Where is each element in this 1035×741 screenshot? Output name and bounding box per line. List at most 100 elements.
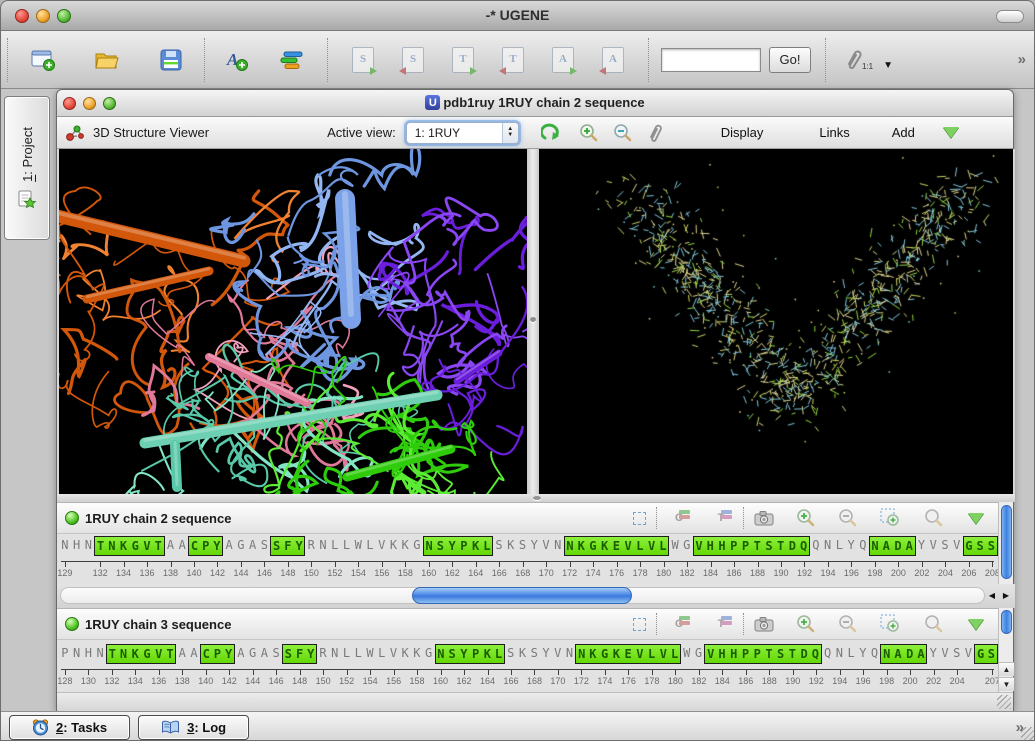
complement-icon[interactable]: C xyxy=(667,618,691,630)
mdi-title: pdb1ruy 1RUY chain 2 sequence xyxy=(443,95,644,110)
zoom-in-icon[interactable] xyxy=(796,508,816,528)
main-titlebar[interactable]: -* UGENE xyxy=(1,1,1034,31)
scroll-up-icon[interactable]: ▲ xyxy=(999,662,1014,676)
viewer-collapse-icon[interactable] xyxy=(943,127,959,138)
structure-ribbon-view[interactable] xyxy=(59,149,527,494)
molecule-icon xyxy=(65,123,85,143)
zoom-selection-icon[interactable] xyxy=(880,508,902,528)
active-view-value: 1: 1RUY xyxy=(407,126,502,140)
active-view-select[interactable]: 1: 1RUY ▲▼ xyxy=(406,122,519,144)
sequence-1-collapse-icon[interactable] xyxy=(968,513,984,524)
new-document-icon xyxy=(30,48,56,72)
doc-a-icon[interactable]: A xyxy=(602,47,624,73)
translate-icon[interactable]: T xyxy=(709,618,733,630)
toolbar-separator xyxy=(825,38,826,82)
sequence-hscrollbar[interactable]: ◀▶ xyxy=(57,584,1015,608)
doc-t-icon[interactable]: T xyxy=(452,47,474,73)
toolbar-toggle-pill[interactable] xyxy=(996,10,1024,23)
mdi-window: U pdb1ruy 1RUY chain 2 sequence 3D Struc… xyxy=(56,89,1014,711)
menu-links[interactable]: Links xyxy=(819,125,849,140)
mdi-resize-grip[interactable] xyxy=(997,695,1011,709)
save-icon xyxy=(159,48,183,72)
mdi-status-strip xyxy=(57,692,1013,711)
go-button[interactable]: Go! xyxy=(769,47,811,73)
sequence-2-collapse-icon[interactable] xyxy=(968,619,984,630)
zoom-in-icon[interactable] xyxy=(796,614,816,634)
attach-icon[interactable] xyxy=(647,123,663,143)
sequence-icon xyxy=(65,511,79,525)
pane-splitter-vertical[interactable] xyxy=(527,149,539,494)
toolbar-separator xyxy=(7,38,8,82)
mdi-titlebar[interactable]: U pdb1ruy 1RUY chain 2 sequence xyxy=(57,90,1013,117)
chevron-down-icon[interactable]: ▼ xyxy=(883,60,893,71)
sequence-panel-2-header: 1RUY chain 3 sequence C T xyxy=(57,608,998,640)
structure-3d-area xyxy=(57,149,1015,494)
camera-icon[interactable] xyxy=(754,616,774,632)
zoom-ratio-button[interactable]: 1:1 ▼ xyxy=(844,49,893,71)
translate-icon[interactable]: T xyxy=(709,512,733,524)
zoom-ratio-label: 1:1 xyxy=(862,62,873,71)
hscroll-thumb[interactable] xyxy=(412,587,632,604)
complement-icon[interactable]: C xyxy=(667,512,691,524)
toolbar-separator xyxy=(204,38,205,82)
zoom-whole-icon[interactable] xyxy=(924,614,944,634)
camera-icon[interactable] xyxy=(754,510,774,526)
doc-s-icon[interactable]: S xyxy=(402,47,424,73)
seq-letters-2[interactable]: PNHNTNKGVTAACPYAGASSFYRNLLWLVKKGNSYPKLSK… xyxy=(57,642,998,666)
sequence-icon xyxy=(65,617,79,631)
sequence-2-vscrollbar[interactable]: ▲ ▼ xyxy=(998,608,1013,692)
menu-display[interactable]: Display xyxy=(721,125,764,140)
tab-tasks[interactable]: 2: Tasks xyxy=(9,715,130,740)
sidebar-tab-project[interactable]: 1: Project xyxy=(4,96,50,240)
new-document-button[interactable] xyxy=(24,41,62,79)
bottom-bar: 2: Tasks 3: Log » xyxy=(1,711,1035,741)
window-resize-grip[interactable] xyxy=(1021,727,1035,741)
seq-ruler-1: 1291321341361381401421441461481501521541… xyxy=(57,558,998,584)
zoom-whole-icon[interactable] xyxy=(924,508,944,528)
clock-icon xyxy=(32,719,49,736)
annotate-icon: A xyxy=(223,48,249,72)
ribbon-render xyxy=(59,149,527,494)
doc-s-icon[interactable]: S xyxy=(352,47,374,73)
project-document-star-icon xyxy=(17,189,37,209)
sequence-1-vscrollbar[interactable] xyxy=(998,502,1013,584)
paperclip-icon xyxy=(844,49,862,71)
workspace: 1: Project U pdb1ruy 1RUY chain 2 sequen… xyxy=(1,89,1035,711)
scroll-left-icon[interactable]: ◀ xyxy=(985,587,999,604)
structure-wireframe-view[interactable] xyxy=(539,149,1013,494)
annotate-button[interactable]: A xyxy=(217,41,255,79)
pane-splitter-horizontal[interactable] xyxy=(57,494,1015,502)
ugene-document-badge: U xyxy=(425,95,440,110)
tab-log[interactable]: 3: Log xyxy=(138,715,249,740)
zoom-selection-icon[interactable] xyxy=(880,614,902,634)
reset-view-icon[interactable] xyxy=(541,123,563,143)
stepper-arrows-icon[interactable]: ▲▼ xyxy=(502,123,518,143)
toolbar-overflow-chevron[interactable]: » xyxy=(1018,51,1024,68)
viewer-toolbar: 3D Structure Viewer Active view: 1: 1RUY… xyxy=(57,117,1013,149)
search-input[interactable] xyxy=(661,48,761,72)
sequence-2-title: 1RUY chain 3 sequence xyxy=(85,617,231,632)
seq-letters-1[interactable]: NHNTNKGVTAACPYAGASSFYRNLLWLVKKGNSYPKLSKS… xyxy=(57,534,998,558)
zoom-out-icon[interactable] xyxy=(613,123,633,143)
zoom-in-icon[interactable] xyxy=(579,123,599,143)
select-region-icon[interactable] xyxy=(633,512,646,525)
seq-ruler-2: 1281301321341361381401421441461481501521… xyxy=(57,666,998,692)
zoom-out-icon[interactable] xyxy=(838,508,858,528)
book-icon xyxy=(161,720,180,735)
project-tab-label: 1: Project xyxy=(20,127,35,182)
align-button[interactable] xyxy=(273,41,311,79)
select-region-icon[interactable] xyxy=(633,618,646,631)
toolbar-separator xyxy=(327,38,328,82)
scroll-right-icon[interactable]: ▶ xyxy=(999,587,1013,604)
main-toolbar: A S S T T A A Go! 1:1 ▼ » xyxy=(1,31,1034,89)
toolbar-separator xyxy=(648,38,649,82)
open-file-button[interactable] xyxy=(88,41,126,79)
scroll-down-icon[interactable]: ▼ xyxy=(999,677,1014,691)
doc-t-icon[interactable]: T xyxy=(502,47,524,73)
active-view-label: Active view: xyxy=(327,125,396,140)
open-file-icon xyxy=(94,49,120,71)
doc-a-icon[interactable]: A xyxy=(552,47,574,73)
save-button[interactable] xyxy=(152,41,190,79)
zoom-out-icon[interactable] xyxy=(838,614,858,634)
menu-add[interactable]: Add xyxy=(892,125,915,140)
